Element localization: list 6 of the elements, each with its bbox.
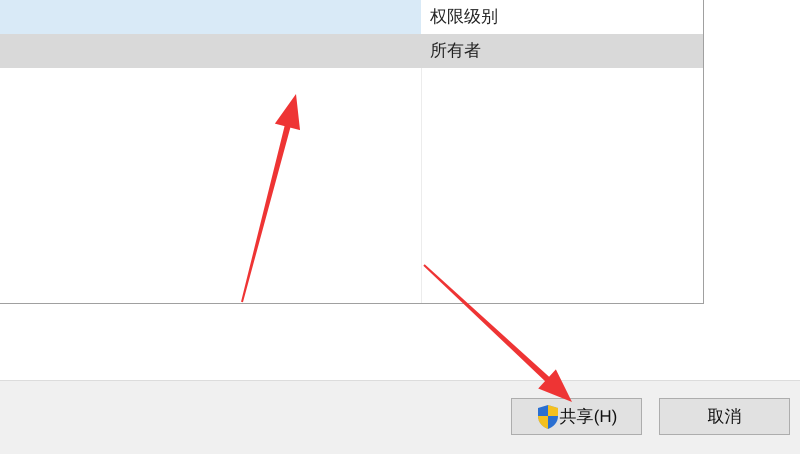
table-cell-text: 所有者 bbox=[429, 40, 481, 62]
cancel-button[interactable]: 取消 bbox=[659, 398, 790, 435]
list-row[interactable]: 所有者 bbox=[0, 34, 703, 68]
shield-icon bbox=[536, 404, 560, 430]
table-cell-text: 权限级别 bbox=[429, 6, 498, 28]
share-button[interactable]: 共享(H) bbox=[511, 398, 642, 435]
